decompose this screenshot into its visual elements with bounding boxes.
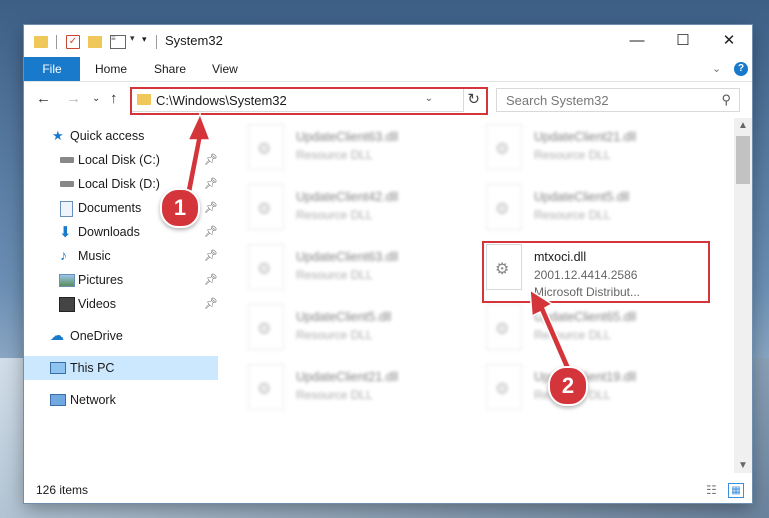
- callout-1: 1: [160, 188, 200, 228]
- callout-2: 2: [548, 366, 588, 406]
- arrow-2: [529, 288, 574, 373]
- annotation-arrows: [185, 112, 574, 373]
- arrow-1: [185, 112, 212, 193]
